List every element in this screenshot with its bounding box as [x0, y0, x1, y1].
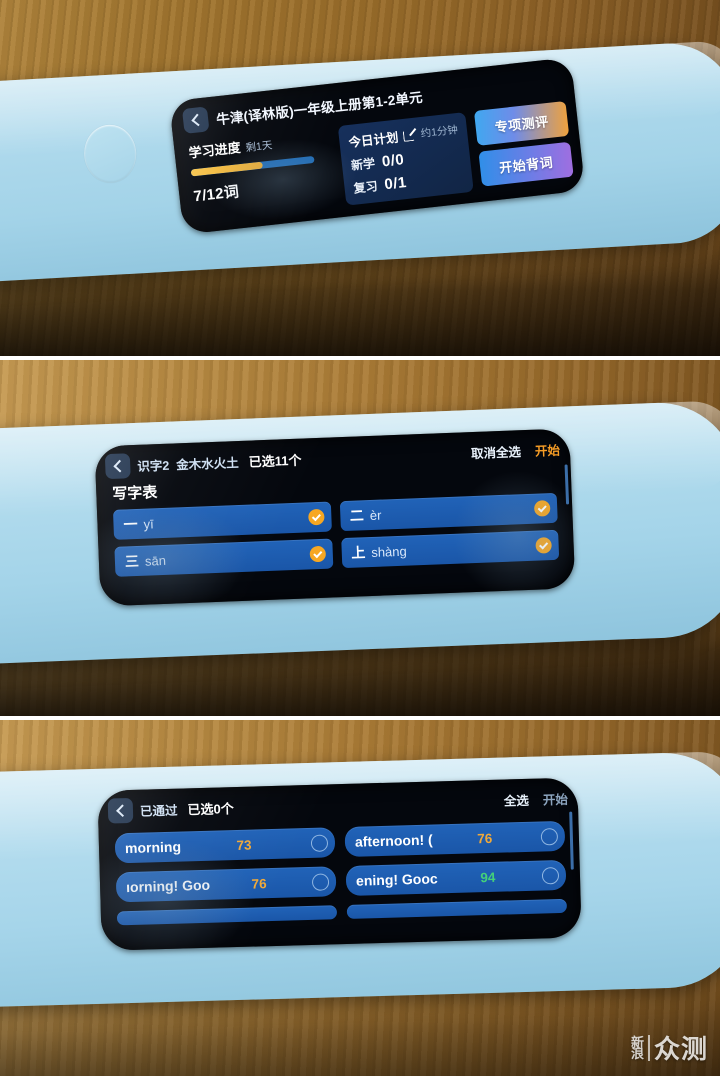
screenshot-stack: 牛津(译林版)一年级上册第1-2单元 学习进度 剩1天 7/12词 今日计划 约…	[0, 0, 720, 1080]
selected-count: 已选0个	[187, 801, 234, 818]
plan-title: 今日计划	[347, 130, 400, 150]
word-text: afternoon! (	[354, 831, 433, 850]
character-tile[interactable]: 上 shàng	[340, 529, 560, 569]
word-text: morning	[124, 838, 182, 857]
watermark-sina-bottom: 浪	[630, 1045, 644, 1061]
start-button[interactable]: 开始	[543, 789, 569, 809]
word-count: 7/12词	[192, 183, 241, 206]
checkbox-circle-icon[interactable]	[311, 872, 330, 891]
character-tile[interactable]: 一 yī	[112, 501, 332, 540]
character-hanzi: 三	[124, 552, 140, 570]
word-tile[interactable]: afternoon! ( 76	[344, 820, 566, 857]
edit-pencil-icon[interactable]	[402, 127, 417, 142]
study-progress-card: 学习进度 剩1天 7/12词	[186, 127, 336, 206]
word-score: 94	[480, 869, 496, 885]
word-text: ening! Gooc	[355, 870, 438, 889]
word-score: 76	[251, 875, 267, 892]
word-tile[interactable]: ıorning! Goo 76	[115, 866, 337, 903]
plan-review-label: 复习	[352, 179, 379, 196]
check-icon[interactable]	[307, 508, 325, 526]
word-tile-partial[interactable]	[346, 898, 568, 919]
character-pinyin: shàng	[370, 543, 407, 560]
word-score: 76	[477, 830, 493, 846]
start-recite-button[interactable]: 开始背词	[478, 141, 574, 187]
checkbox-circle-icon[interactable]	[541, 866, 560, 884]
back-button[interactable]	[181, 106, 210, 134]
plan-duration: 约1分钟	[420, 123, 459, 141]
character-hanzi: 一	[123, 515, 138, 533]
watermark: 新 浪 众测	[631, 1029, 708, 1066]
character-pinyin: sān	[144, 552, 167, 569]
checkbox-circle-icon[interactable]	[540, 827, 559, 846]
home-action-buttons: 专项测评 开始背词	[473, 100, 574, 187]
page-title: 已通过	[139, 803, 178, 819]
word-text: ıorning! Goo	[125, 876, 211, 896]
progress-bar-fill	[190, 161, 263, 177]
header-actions: 取消全选 开始	[471, 440, 561, 462]
deselect-all-button[interactable]: 取消全选	[471, 441, 522, 462]
check-icon[interactable]	[535, 537, 552, 554]
character-hanzi: 二	[349, 507, 365, 524]
character-pinyin: yī	[143, 515, 154, 532]
scan-pen-device: 识字2 金木水火土 已选11个 取消全选 开始 写字表 一 yī 二 èr 三 …	[0, 399, 720, 666]
photo-panel-passed-words: 已通过 已选0个 全选 开始 morning 73 afternoon! (7…	[0, 720, 720, 1076]
characters-screen-ui: 识字2 金木水火土 已选11个 取消全选 开始 写字表 一 yī 二 èr 三 …	[95, 428, 576, 606]
chevron-left-icon	[190, 113, 204, 127]
select-all-button[interactable]: 全选	[504, 790, 530, 810]
plan-new-value: 0/0	[381, 151, 406, 171]
character-hanzi: 上	[350, 544, 366, 561]
chevron-left-icon	[115, 804, 129, 818]
today-plan-card[interactable]: 今日计划 约1分钟 新学 0/0 复习 0/1	[337, 112, 474, 206]
plan-row-review: 复习 0/1	[353, 168, 464, 197]
word-tile-grid: morning 73 afternoon! ( 76 ıorning! Goo …	[98, 810, 581, 926]
scan-pen-device: 已通过 已选0个 全选 开始 morning 73 afternoon! (7…	[0, 750, 720, 1009]
device-screen-characters: 识字2 金木水火土 已选11个 取消全选 开始 写字表 一 yī 二 èr 三 …	[94, 428, 576, 607]
character-tile[interactable]: 二 èr	[339, 492, 558, 532]
lesson-label: 识字2	[137, 458, 170, 474]
special-test-button[interactable]: 专项测评	[473, 100, 570, 146]
start-button[interactable]: 开始	[535, 440, 561, 460]
selected-count: 已选11个	[248, 452, 302, 470]
plan-review-value: 0/1	[383, 173, 408, 194]
photo-panel-home: 牛津(译林版)一年级上册第1-2单元 学习进度 剩1天 7/12词 今日计划 约…	[0, 0, 720, 356]
progress-label: 学习进度	[187, 139, 242, 161]
chevron-left-icon	[112, 459, 126, 473]
progress-remaining: 剩1天	[244, 139, 273, 155]
word-tile-partial[interactable]	[116, 905, 338, 926]
watermark-zhongce: 众测	[653, 1034, 708, 1064]
checkbox-circle-icon[interactable]	[310, 833, 329, 852]
character-pinyin: èr	[369, 507, 382, 523]
watermark-divider	[647, 1034, 650, 1061]
back-button[interactable]	[107, 797, 134, 824]
header-actions: 全选 开始	[504, 789, 569, 810]
word-score: 73	[236, 837, 252, 853]
character-tile[interactable]: 三 sān	[114, 538, 333, 577]
watermark-sina: 新 浪	[630, 1036, 644, 1061]
check-icon[interactable]	[533, 500, 551, 517]
photo-panel-characters: 识字2 金木水火土 已选11个 取消全选 开始 写字表 一 yī 二 èr 三 …	[0, 360, 720, 716]
word-tile[interactable]: ening! Gooc 94	[345, 859, 567, 896]
check-icon[interactable]	[309, 545, 326, 563]
back-button[interactable]	[104, 453, 131, 480]
passed-words-screen-ui: 已通过 已选0个 全选 开始 morning 73 afternoon! (7…	[97, 777, 581, 950]
plan-new-label: 新学	[350, 156, 376, 173]
word-tile[interactable]: morning 73	[114, 827, 336, 864]
device-screen-passed-words: 已通过 已选0个 全选 开始 morning 73 afternoon! (7…	[97, 777, 582, 951]
lesson-title: 金木水火土	[175, 456, 239, 473]
